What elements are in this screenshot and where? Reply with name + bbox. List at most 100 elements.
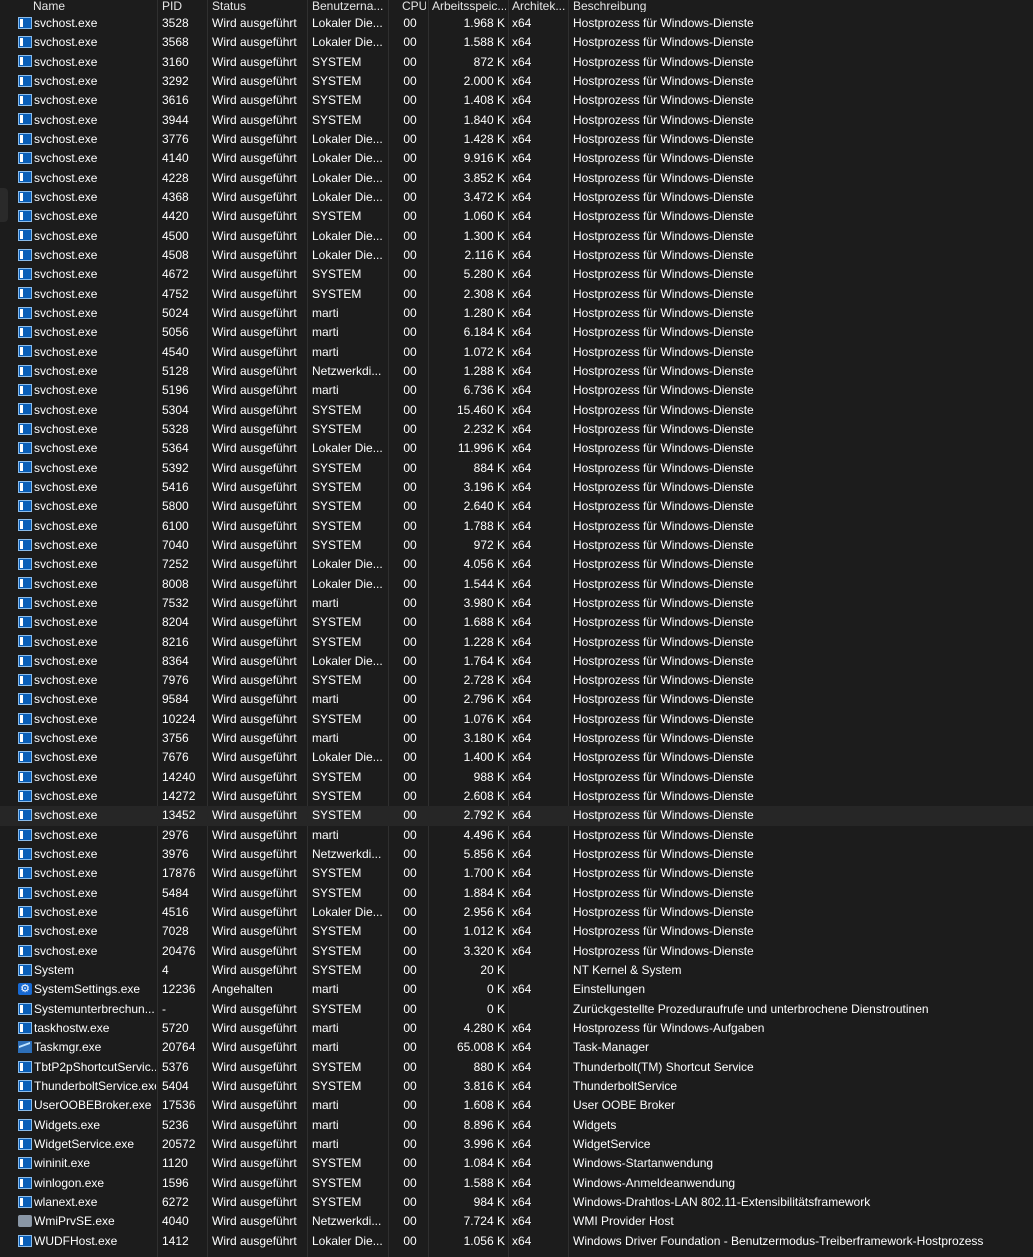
table-row[interactable]: svchost.exe 3756 Wird ausgeführt marti 00 3.1… [0,729,1033,748]
table-row[interactable]: System 4 Wird ausgeführt SYSTEM 00 20 K NT Ker… [0,961,1033,980]
table-row[interactable]: Systemunterbrechun... - Wird ausgeführt SYS… [0,1000,1033,1019]
column-header-memory[interactable]: Arbeitsspeic... [432,0,506,12]
table-row[interactable]: svchost.exe 4228 Wird ausgeführt Lokaler Di… [0,169,1033,188]
process-memory: 8.896 K [463,1117,505,1132]
process-memory: 2.792 K [463,808,505,823]
table-row[interactable]: svchost.exe 13452 Wird ausgeführt SYSTEM 00 2… [0,806,1033,826]
table-row[interactable]: svchost.exe 3616 Wird ausgeführt SYSTEM 00 1.… [0,91,1033,110]
table-row[interactable]: svchost.exe 5392 Wird ausgeführt SYSTEM 00 88… [0,459,1033,478]
table-row[interactable]: svchost.exe 7532 Wird ausgeführt marti 00 3.9… [0,594,1033,613]
table-row[interactable]: svchost.exe 4500 Wird ausgeführt Lokaler Di… [0,227,1033,246]
table-row[interactable]: svchost.exe 5056 Wird ausgeführt marti 00 6.1… [0,323,1033,342]
table-row[interactable]: svchost.exe 8204 Wird ausgeführt SYSTEM 00 1.… [0,613,1033,632]
table-row[interactable]: svchost.exe 4752 Wird ausgeführt SYSTEM 00 2.… [0,285,1033,304]
process-description: Hostprozess für Windows-Dienste [573,170,754,185]
process-cpu: 00 [403,1079,417,1094]
table-row[interactable]: UserOOBEBroker.exe 17536 Wird ausgeführt ma… [0,1096,1033,1115]
process-user: marti [312,1040,339,1055]
table-row[interactable]: Widgets.exe 5236 Wird ausgeführt marti 00 8.8… [0,1116,1033,1135]
process-user: Netzwerkdi... [312,363,382,378]
table-row[interactable]: svchost.exe 5196 Wird ausgeführt marti 00 6.7… [0,381,1033,400]
process-pid: 5304 [162,402,189,417]
column-header-architecture[interactable]: Architek... [512,0,570,12]
process-cpu: 00 [403,499,417,514]
table-row[interactable]: svchost.exe 9584 Wird ausgeführt marti 00 2.7… [0,690,1033,709]
process-user: SYSTEM [312,112,362,127]
process-pid: 4672 [162,267,189,282]
table-row[interactable]: svchost.exe 7676 Wird ausgeführt Lokaler Di… [0,748,1033,767]
table-row[interactable]: svchost.exe 5416 Wird ausgeführt SYSTEM 00 3.… [0,478,1033,497]
process-architecture: x64 [512,344,532,359]
process-name-label: wlanext.exe [34,1195,98,1210]
column-header-pid[interactable]: PID [162,0,207,12]
table-row[interactable]: svchost.exe 3160 Wird ausgeführt SYSTEM 00 87… [0,53,1033,72]
table-row[interactable]: svchost.exe 7252 Wird ausgeführt Lokaler Di… [0,555,1033,574]
table-row[interactable]: svchost.exe 3944 Wird ausgeführt SYSTEM 00 1.… [0,111,1033,130]
table-row[interactable]: svchost.exe 8216 Wird ausgeführt SYSTEM 00 1.… [0,633,1033,652]
table-row[interactable]: WmiPrvSE.exe 4040 Wird ausgeführt Netzwerkd… [0,1212,1033,1231]
table-row[interactable]: svchost.exe 5800 Wird ausgeführt SYSTEM 00 2.… [0,497,1033,516]
table-row[interactable]: svchost.exe 5328 Wird ausgeführt SYSTEM 00 2.… [0,420,1033,439]
table-row[interactable]: svchost.exe 3292 Wird ausgeführt SYSTEM 00 2.… [0,72,1033,91]
process-description: Hostprozess für Windows-Aufgaben [573,1021,765,1036]
table-row[interactable]: svchost.exe 6100 Wird ausgeführt SYSTEM 00 1.… [0,517,1033,536]
window-icon [18,558,32,571]
table-row[interactable]: svchost.exe 20476 Wird ausgeführt SYSTEM 00 3… [0,942,1033,961]
table-row[interactable]: svchost.exe 4516 Wird ausgeführt Lokaler Di… [0,903,1033,922]
process-name-label: Widgets.exe [34,1117,101,1132]
column-header-description[interactable]: Beschreibung [573,0,1028,12]
table-row[interactable]: svchost.exe 3976 Wird ausgeführt Netzwerkdi… [0,845,1033,864]
table-row[interactable]: svchost.exe 7976 Wird ausgeführt SYSTEM 00 2.… [0,671,1033,690]
column-header-status[interactable]: Status [212,0,304,12]
table-row[interactable]: winlogon.exe 1596 Wird ausgeführt SYSTEM 00 1… [0,1174,1033,1193]
table-row[interactable]: svchost.exe 3776 Wird ausgeführt Lokaler Di… [0,130,1033,149]
process-architecture: x64 [512,924,532,939]
table-row[interactable]: svchost.exe 14240 Wird ausgeführt SYSTEM 00 9… [0,768,1033,787]
process-name: TbtP2pShortcutServic... [18,1058,156,1077]
process-status: Wird ausgeführt [212,325,297,340]
process-user: SYSTEM [312,808,362,823]
table-row[interactable]: svchost.exe 3528 Wird ausgeführt Lokaler Di… [0,14,1033,33]
process-name-label: svchost.exe [34,750,98,765]
process-name: WidgetService.exe [18,1135,156,1154]
table-row[interactable]: ⚙ SystemSettings.exe 12236 Angehalten marti 0… [0,980,1033,999]
table-row[interactable]: svchost.exe 8008 Wird ausgeführt Lokaler Di… [0,575,1033,594]
column-header-name[interactable]: Name [33,0,171,12]
table-row[interactable]: svchost.exe 4420 Wird ausgeführt SYSTEM 00 1.… [0,207,1033,226]
table-row[interactable]: svchost.exe 4368 Wird ausgeführt Lokaler Di… [0,188,1033,207]
table-row[interactable]: svchost.exe 5484 Wird ausgeführt SYSTEM 00 1.… [0,884,1033,903]
table-row[interactable]: svchost.exe 4140 Wird ausgeführt Lokaler Di… [0,149,1033,168]
column-header-user[interactable]: Benutzerna... [312,0,388,12]
table-row[interactable]: taskhostw.exe 5720 Wird ausgeführt marti 00 4… [0,1019,1033,1038]
table-row[interactable]: WidgetService.exe 20572 Wird ausgeführt mar… [0,1135,1033,1154]
table-row[interactable]: svchost.exe 4508 Wird ausgeführt Lokaler Di… [0,246,1033,265]
process-name-label: svchost.exe [34,93,98,108]
table-row[interactable]: svchost.exe 17876 Wird ausgeführt SYSTEM 00 1… [0,864,1033,883]
table-row[interactable]: svchost.exe 5024 Wird ausgeführt marti 00 1.2… [0,304,1033,323]
process-table: Name PID Status Benutzerna... CPU Arbeit… [0,0,1033,1251]
table-row[interactable]: svchost.exe 7028 Wird ausgeführt SYSTEM 00 1.… [0,922,1033,941]
process-name: svchost.exe [18,265,156,284]
table-row[interactable]: wlanext.exe 6272 Wird ausgeführt SYSTEM 00 98… [0,1193,1033,1212]
table-row[interactable]: TbtP2pShortcutServic... 5376 Wird ausgefüh… [0,1058,1033,1077]
process-architecture: x64 [512,305,532,320]
table-row[interactable]: svchost.exe 2976 Wird ausgeführt marti 00 4.4… [0,826,1033,845]
table-row[interactable]: svchost.exe 4540 Wird ausgeführt marti 00 1.0… [0,343,1033,362]
table-row[interactable]: svchost.exe 5304 Wird ausgeführt SYSTEM 00 15… [0,401,1033,420]
process-pid: 1412 [162,1233,189,1248]
process-description: Zurückgestellte Prozeduraufrufe und unte… [573,1001,929,1016]
table-row[interactable]: ThunderboltService.exe 5404 Wird ausgeführ… [0,1077,1033,1096]
column-header-cpu[interactable]: CPU [402,0,426,12]
table-row[interactable]: svchost.exe 8364 Wird ausgeführt Lokaler Di… [0,652,1033,671]
table-row[interactable]: svchost.exe 7040 Wird ausgeführt SYSTEM 00 97… [0,536,1033,555]
window-icon [18,963,32,976]
table-row[interactable]: svchost.exe 14272 Wird ausgeführt SYSTEM 00 2… [0,787,1033,806]
table-row[interactable]: wininit.exe 1120 Wird ausgeführt SYSTEM 00 1.… [0,1154,1033,1173]
table-row[interactable]: Taskmgr.exe 20764 Wird ausgeführt marti 00 65… [0,1038,1033,1057]
table-row[interactable]: svchost.exe 5364 Wird ausgeführt Lokaler Di… [0,439,1033,458]
table-row[interactable]: svchost.exe 10224 Wird ausgeführt SYSTEM 00 1… [0,710,1033,729]
table-row[interactable]: svchost.exe 3568 Wird ausgeführt Lokaler Di… [0,33,1033,52]
table-row[interactable]: WUDFHost.exe 1412 Wird ausgeführt Lokaler D… [0,1232,1033,1251]
table-row[interactable]: svchost.exe 5128 Wird ausgeführt Netzwerkdi… [0,362,1033,381]
table-row[interactable]: svchost.exe 4672 Wird ausgeführt SYSTEM 00 5.… [0,265,1033,284]
